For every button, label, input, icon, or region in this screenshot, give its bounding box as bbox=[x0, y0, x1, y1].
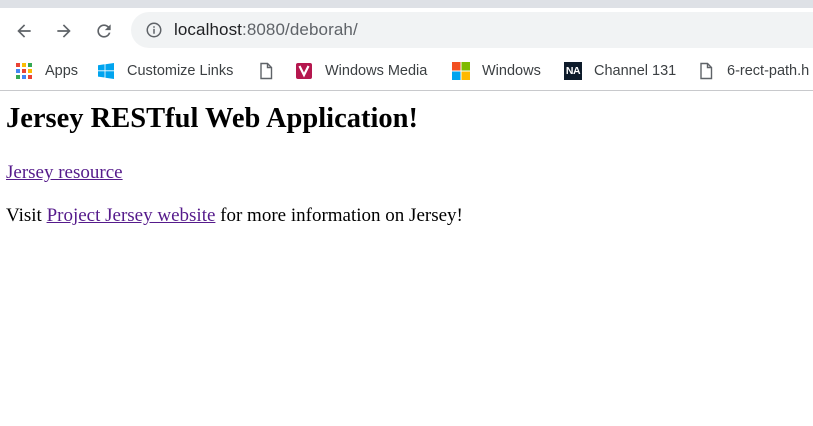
url-text[interactable]: localhost:8080/deborah/ bbox=[174, 20, 358, 40]
bookmark-label: Channel 131 bbox=[594, 63, 677, 79]
info-line: Visit Project Jersey website for more in… bbox=[6, 205, 463, 227]
windows-logo-icon bbox=[98, 63, 114, 79]
channel-na-icon: NA bbox=[564, 62, 582, 80]
bookmark-label: Apps bbox=[45, 63, 79, 79]
bookmark-label: Customize Links bbox=[127, 63, 234, 79]
bookmark-windows-media[interactable]: Windows Media bbox=[295, 60, 427, 82]
forward-button[interactable] bbox=[48, 15, 80, 47]
reload-icon bbox=[97, 24, 111, 38]
page-content: Jersey RESTful Web Application! Jersey r… bbox=[0, 91, 813, 426]
url-path: :8080/deborah/ bbox=[242, 20, 358, 39]
bookmark-6-rect-path[interactable]: 6-rect-path.h bbox=[697, 60, 809, 82]
address-bar[interactable]: localhost:8080/deborah/ bbox=[131, 12, 813, 48]
jersey-resource-link[interactable]: Jersey resource bbox=[6, 162, 123, 183]
bookmark-channel-131[interactable]: NA Channel 131 bbox=[564, 60, 676, 82]
url-host: localhost bbox=[174, 20, 242, 39]
visit-suffix-text: for more information on Jersey! bbox=[215, 205, 463, 226]
bookmarks-bar: Apps Customize Links Windows Media Windo bbox=[0, 52, 813, 91]
bookmark-apps[interactable]: Apps bbox=[15, 60, 78, 82]
browser-toolbar: localhost:8080/deborah/ bbox=[0, 8, 813, 52]
resource-line: Jersey resource bbox=[6, 162, 123, 184]
arrow-left-icon bbox=[17, 24, 31, 38]
bookmark-label: Windows Media bbox=[325, 63, 428, 79]
microsoft-logo-icon bbox=[452, 62, 470, 80]
visit-prefix-text: Visit bbox=[6, 205, 47, 226]
project-jersey-link[interactable]: Project Jersey website bbox=[47, 205, 216, 226]
bookmark-untitled-page[interactable] bbox=[257, 60, 287, 82]
reload-button[interactable] bbox=[88, 15, 120, 47]
info-icon[interactable] bbox=[145, 21, 163, 39]
bookmark-label: 6-rect-path.h bbox=[727, 63, 810, 79]
apps-grid-icon bbox=[16, 63, 32, 79]
bookmark-customize-links[interactable]: Customize Links bbox=[97, 60, 233, 82]
page-icon bbox=[700, 62, 713, 80]
back-button[interactable] bbox=[8, 15, 40, 47]
page-title: Jersey RESTful Web Application! bbox=[6, 103, 418, 134]
arrow-right-icon bbox=[57, 24, 71, 38]
windows-media-icon bbox=[296, 63, 312, 79]
page-icon bbox=[260, 62, 273, 80]
tab-strip bbox=[0, 0, 813, 8]
bookmark-windows[interactable]: Windows bbox=[452, 60, 541, 82]
bookmark-label: Windows bbox=[482, 63, 541, 79]
